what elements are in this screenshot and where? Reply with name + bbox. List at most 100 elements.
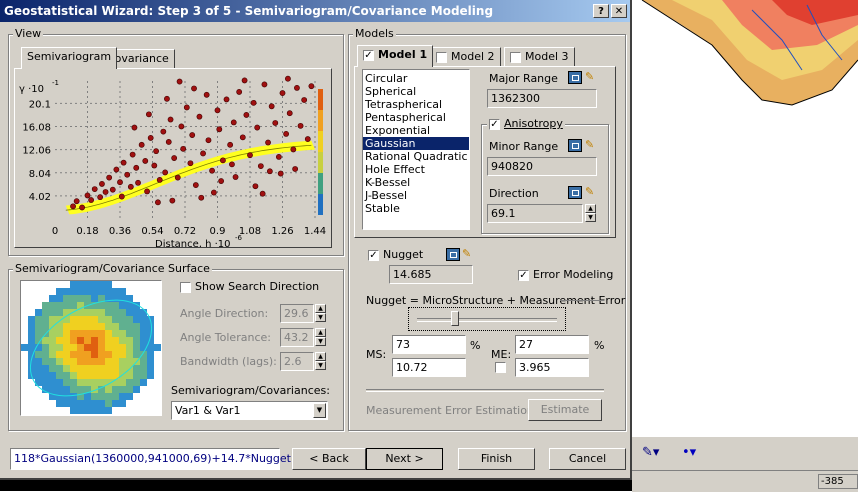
map-view[interactable] [632,0,858,436]
model-type-item[interactable]: Gaussian [363,137,469,150]
show-search-direction[interactable]: Show Search Direction [180,280,319,293]
direction-spinner[interactable]: ▲ ▼ [585,204,596,223]
model-type-item[interactable]: Pentaspherical [363,111,469,124]
data-point [169,197,176,204]
me-checkbox[interactable] [495,362,506,373]
model-type-item[interactable]: K-Bessel [363,176,469,189]
model-1-checkbox[interactable]: ✓ [363,49,374,61]
surface-cell [133,372,140,379]
model-3-checkbox[interactable] [510,51,521,63]
me-percent-input[interactable]: 27 [515,335,589,354]
data-point [135,179,141,186]
surface-cell [140,365,147,372]
surface-cell [70,337,77,344]
model-2-checkbox[interactable] [436,51,447,63]
model-type-item[interactable]: Tetraspherical [363,98,469,111]
title-bar[interactable]: Geostatistical Wizard: Step 3 of 5 - Sem… [0,0,630,22]
nugget-checkbox[interactable]: ✓ [368,249,379,261]
surface-cell [126,337,133,344]
model-type-item[interactable]: Rational Quadratic [363,150,469,163]
tab-model-2[interactable]: Model 2 [430,47,501,67]
calculator-icon[interactable] [568,139,582,152]
minor-range-label: Minor Range [489,140,559,153]
estimate-button[interactable]: Estimate [528,399,602,421]
surface-cell [91,358,98,365]
me-percent-sign: % [594,339,605,352]
direction-input[interactable]: 69.1 [487,204,583,223]
major-range-input[interactable]: 1362300 [487,89,597,108]
chevron-down-icon[interactable]: ▼ [313,403,326,418]
bandwidth-spinner[interactable]: ▲ ▼ [315,352,326,371]
pencil-icon[interactable]: ✎ [462,247,472,261]
error-modeling-checkbox[interactable]: ✓ [518,269,529,281]
ms-value-input[interactable]: 10.72 [392,358,466,377]
finish-button[interactable]: Finish [458,448,535,470]
surface-cell [105,337,112,344]
back-button[interactable]: < Back [292,448,366,470]
nugget-toggle[interactable]: ✓ Nugget [368,248,423,261]
marker-color-icon[interactable]: •▾ [682,445,696,460]
tab-semivariogram[interactable]: Semivariogram [21,47,118,69]
surface-cell [112,330,119,337]
nugget-input[interactable]: 14.685 [389,265,473,284]
bandwidth-input[interactable]: 2.6 [280,352,314,371]
data-point [277,170,284,177]
surface-cell [63,365,70,372]
surface-cell [126,393,133,400]
ms-percent-input[interactable]: 73 [392,335,466,354]
surface-cell [28,344,35,351]
font-color-icon[interactable]: ✎▾ [642,445,659,460]
angle-tolerance-input[interactable]: 43.2 [280,328,314,347]
ms-percent-sign: % [470,339,481,352]
model-type-list[interactable]: Circular Spherical Tetraspherical Pentasphe… [362,69,470,230]
semivariogram-surface[interactable] [21,281,161,415]
model-type-item[interactable]: Spherical [363,85,469,98]
semivar-cov-select[interactable]: Var1 & Var1 ▼ [171,401,328,420]
calculator-icon[interactable] [446,248,460,261]
data-point [304,136,311,142]
error-modeling-toggle[interactable]: ✓ Error Modeling [518,268,613,281]
model-type-item[interactable]: Hole Effect [363,163,469,176]
show-search-checkbox[interactable] [180,281,191,293]
me-value-input[interactable]: 3.965 [515,358,589,377]
angle-direction-spinner[interactable]: ▲ ▼ [315,304,326,323]
surface-cell [49,386,56,393]
pencil-icon[interactable]: ✎ [585,185,595,199]
show-search-label: Show Search Direction [195,280,320,293]
surface-cell [105,309,112,316]
surface-cell [126,351,133,358]
data-point [259,190,266,197]
color-bar-segment [318,194,323,215]
model-type-item[interactable]: Exponential [363,124,469,137]
pencil-icon[interactable]: ✎ [585,70,595,84]
slider-thumb[interactable] [450,311,459,326]
surface-cell [70,407,77,414]
surface-cell [91,372,98,379]
surface-cell [70,365,77,372]
data-point [91,186,98,192]
pencil-icon[interactable]: ✎ [585,138,595,152]
model-type-item[interactable]: J-Bessel [363,189,469,202]
surface-cell [98,379,105,386]
anisotropy-toggle[interactable]: ✓ Anisotropy [487,117,565,130]
calculator-icon[interactable] [568,71,582,84]
help-button[interactable]: ? [593,4,609,18]
model-type-item[interactable]: Circular [363,72,469,85]
angle-direction-input[interactable]: 29.6 [280,304,314,323]
tab-model-1[interactable]: ✓ Model 1 [357,45,434,67]
next-button[interactable]: Next > [366,448,443,470]
calculator-icon[interactable] [568,186,582,199]
surface-cell [63,302,70,309]
close-button[interactable]: ✕ [611,4,627,18]
tab-model-3[interactable]: Model 3 [504,47,575,67]
minor-range-input[interactable]: 940820 [487,157,597,176]
data-point [261,81,268,88]
angle-tolerance-spinner[interactable]: ▲ ▼ [315,328,326,347]
ms-me-slider[interactable] [408,307,566,331]
anisotropy-checkbox[interactable]: ✓ [489,118,500,130]
x-tick-label: 1.26 [271,226,293,237]
cancel-button[interactable]: Cancel [549,448,626,470]
surface-cell [56,295,63,302]
model-type-item[interactable]: Stable [363,202,469,215]
data-point [265,139,271,146]
